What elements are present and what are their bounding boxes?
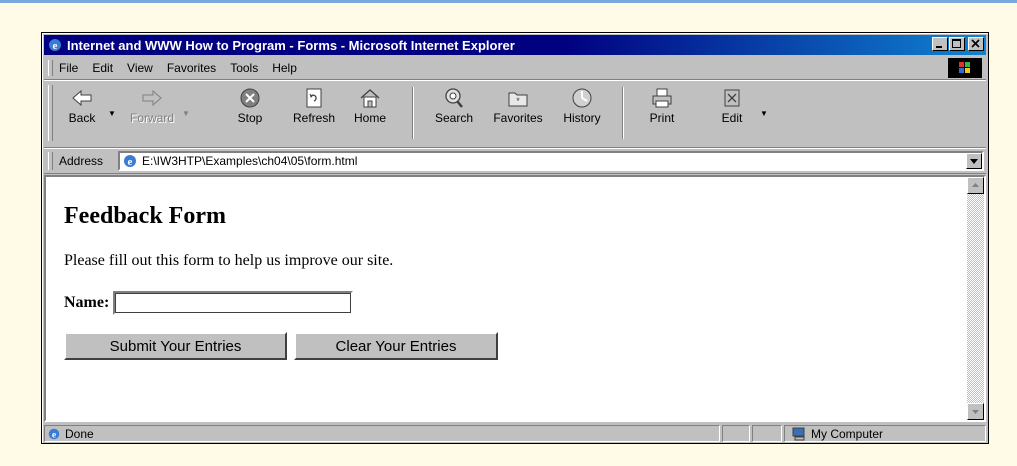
address-label: Address bbox=[59, 154, 104, 168]
minimize-icon bbox=[936, 46, 942, 48]
back-label: Back bbox=[68, 111, 96, 125]
clear-button[interactable]: Clear Your Entries bbox=[294, 332, 498, 360]
home-label: Home bbox=[353, 111, 386, 125]
close-button[interactable] bbox=[968, 37, 984, 51]
refresh-icon bbox=[306, 88, 322, 108]
forward-label: Forward bbox=[129, 111, 174, 125]
name-label: Name: bbox=[64, 294, 110, 311]
print-button[interactable]: Print bbox=[636, 87, 688, 125]
history-icon bbox=[572, 88, 592, 108]
menu-file[interactable]: File bbox=[59, 61, 78, 75]
security-zone: My Computer bbox=[784, 425, 986, 442]
edit-icon bbox=[724, 89, 740, 107]
toolbar-separator bbox=[622, 87, 624, 139]
edit-button[interactable]: Edit bbox=[706, 87, 758, 125]
page-title: Feedback Form bbox=[64, 203, 226, 229]
menu-grip[interactable] bbox=[48, 60, 53, 76]
forward-button[interactable]: Forward bbox=[126, 87, 178, 125]
back-arrow-icon bbox=[72, 89, 92, 107]
ie-logo-icon: e bbox=[49, 39, 61, 52]
close-icon bbox=[971, 39, 980, 48]
chevron-down-icon bbox=[970, 159, 978, 164]
scroll-up-icon bbox=[972, 183, 979, 187]
window-controls bbox=[931, 37, 984, 51]
page-viewport: Feedback Form Please fill out this form … bbox=[44, 175, 986, 422]
status-cell bbox=[752, 425, 782, 442]
print-icon bbox=[652, 88, 672, 108]
scroll-down-button[interactable] bbox=[967, 403, 984, 420]
stop-button[interactable]: Stop bbox=[224, 87, 276, 125]
stop-label: Stop bbox=[237, 111, 263, 125]
title-bar[interactable]: e Internet and WWW How to Program - Form… bbox=[44, 35, 986, 55]
search-icon bbox=[445, 88, 463, 108]
zone-label: My Computer bbox=[811, 426, 884, 441]
submit-button[interactable]: Submit Your Entries bbox=[64, 332, 287, 360]
forward-dropdown-arrow-icon[interactable]: ▼ bbox=[182, 109, 190, 118]
scroll-up-button[interactable] bbox=[967, 177, 984, 194]
edit-dropdown-arrow-icon[interactable]: ▼ bbox=[760, 109, 768, 118]
print-label: Print bbox=[649, 111, 675, 125]
page-icon: e bbox=[124, 155, 136, 168]
stop-icon bbox=[240, 88, 260, 108]
maximize-icon bbox=[952, 39, 961, 48]
my-computer-icon bbox=[792, 427, 805, 440]
scroll-down-icon bbox=[972, 410, 979, 414]
menu-tools[interactable]: Tools bbox=[230, 61, 258, 75]
menu-edit[interactable]: Edit bbox=[92, 61, 113, 75]
status-bar: e Done My Computer bbox=[44, 424, 986, 443]
name-field[interactable] bbox=[113, 291, 354, 315]
browser-window: e Internet and WWW How to Program - Form… bbox=[41, 32, 989, 444]
svg-text:e: e bbox=[53, 40, 58, 52]
name-row: Name: bbox=[64, 291, 954, 315]
maximize-button[interactable] bbox=[949, 37, 965, 51]
status-text: Done bbox=[65, 426, 94, 441]
address-bar: Address e E:\IW3HTP\Examples\ch04\05\for… bbox=[44, 149, 986, 174]
address-grip[interactable] bbox=[48, 152, 53, 170]
address-input[interactable]: e E:\IW3HTP\Examples\ch04\05\form.html bbox=[118, 151, 984, 171]
intro-text: Please fill out this form to help us imp… bbox=[64, 252, 394, 269]
forward-arrow-icon bbox=[142, 89, 162, 107]
vertical-scrollbar[interactable] bbox=[967, 177, 984, 420]
home-icon bbox=[360, 89, 380, 108]
minimize-button[interactable] bbox=[932, 37, 948, 51]
history-button[interactable]: History bbox=[556, 87, 608, 125]
address-dropdown-button[interactable] bbox=[966, 153, 982, 169]
window-title: Internet and WWW How to Program - Forms … bbox=[67, 37, 515, 53]
status-cell bbox=[722, 425, 750, 442]
svg-text:e: e bbox=[128, 156, 133, 168]
favorites-folder-icon: * bbox=[508, 92, 528, 107]
toolbar-grip[interactable] bbox=[48, 85, 53, 141]
back-button[interactable]: Back bbox=[56, 87, 108, 125]
svg-text:*: * bbox=[516, 96, 520, 106]
favorites-button[interactable]: * Favorites bbox=[492, 87, 544, 125]
favorites-label: Favorites bbox=[493, 111, 543, 125]
edit-label: Edit bbox=[721, 111, 743, 125]
search-button[interactable]: Search bbox=[428, 87, 480, 125]
refresh-label: Refresh bbox=[292, 111, 336, 125]
form-buttons: Submit Your Entries Clear Your Entries bbox=[64, 332, 954, 360]
back-dropdown-arrow-icon[interactable]: ▼ bbox=[108, 109, 116, 118]
toolbar-separator bbox=[412, 87, 414, 139]
menu-help[interactable]: Help bbox=[272, 61, 297, 75]
refresh-button[interactable]: Refresh bbox=[288, 87, 340, 125]
menu-bar: File Edit View Favorites Tools Help bbox=[44, 57, 986, 80]
standard-toolbar: Back ▼ Forward ▼ Stop Refresh Home Searc… bbox=[44, 81, 986, 148]
windows-logo-icon bbox=[948, 58, 982, 78]
search-label: Search bbox=[434, 111, 474, 125]
menu-favorites[interactable]: Favorites bbox=[167, 61, 216, 75]
address-value: E:\IW3HTP\Examples\ch04\05\form.html bbox=[142, 154, 358, 168]
menu-view[interactable]: View bbox=[127, 61, 153, 75]
top-accent-line bbox=[0, 0, 1017, 3]
status-main: e Done bbox=[44, 425, 720, 442]
svg-text:e: e bbox=[52, 429, 57, 440]
home-button[interactable]: Home bbox=[344, 87, 396, 125]
history-label: History bbox=[563, 111, 601, 125]
status-page-icon: e bbox=[48, 428, 60, 440]
page-content: Feedback Form Please fill out this form … bbox=[64, 177, 954, 360]
